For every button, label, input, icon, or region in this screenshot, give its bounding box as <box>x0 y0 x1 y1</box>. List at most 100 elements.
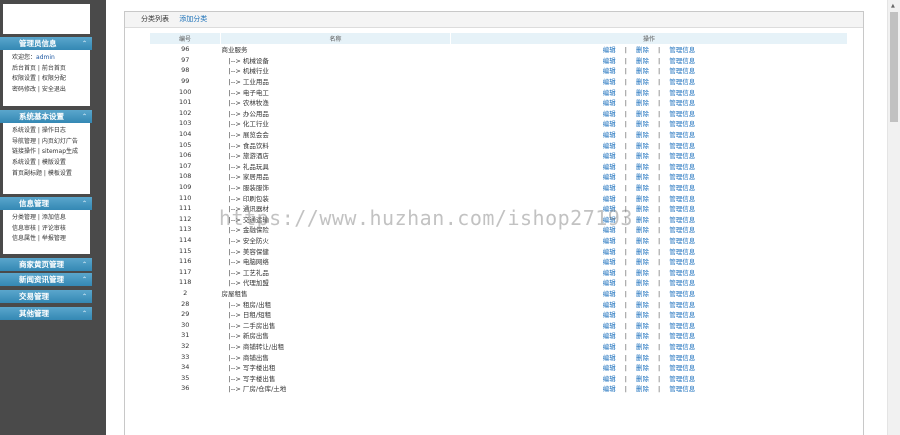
delete-link[interactable]: 删除 <box>636 279 649 287</box>
manage-info-link[interactable]: 管理信息 <box>669 163 695 171</box>
collapse-arrow-icon[interactable]: ⌃ <box>82 110 87 123</box>
edit-link[interactable]: 编辑 <box>603 301 616 309</box>
page-scrollbar[interactable]: ▲ <box>887 0 900 435</box>
collapse-arrow-icon[interactable]: ⌃ <box>82 197 87 210</box>
sidebar-link-text[interactable]: 欢迎您： <box>12 54 36 61</box>
edit-link[interactable]: 编辑 <box>603 258 616 266</box>
manage-info-link[interactable]: 管理信息 <box>669 258 695 266</box>
delete-link[interactable]: 删除 <box>636 89 649 97</box>
manage-info-link[interactable]: 管理信息 <box>669 364 695 372</box>
scroll-up-arrow-icon[interactable]: ▲ <box>891 3 895 9</box>
edit-link[interactable]: 编辑 <box>603 57 616 65</box>
sidebar-link-text[interactable]: 链接操作 | sitemap生成 <box>12 148 78 155</box>
delete-link[interactable]: 删除 <box>636 332 649 340</box>
edit-link[interactable]: 编辑 <box>603 332 616 340</box>
sidebar-link-line[interactable]: 系统设置 | 操作日志 <box>12 126 90 137</box>
delete-link[interactable]: 删除 <box>636 343 649 351</box>
sidebar-link-line[interactable]: 信息属性 | 举报管理 <box>12 234 90 245</box>
manage-info-link[interactable]: 管理信息 <box>669 248 695 256</box>
category-list-tab[interactable]: 分类列表 <box>141 15 169 23</box>
delete-link[interactable]: 删除 <box>636 184 649 192</box>
edit-link[interactable]: 编辑 <box>603 131 616 139</box>
sidebar-link-line[interactable]: 分类管理 | 添加信息 <box>12 213 90 224</box>
sidebar-link-line[interactable]: 欢迎您：admin <box>12 53 90 64</box>
edit-link[interactable]: 编辑 <box>603 142 616 150</box>
manage-info-link[interactable]: 管理信息 <box>669 110 695 118</box>
manage-info-link[interactable]: 管理信息 <box>669 67 695 75</box>
edit-link[interactable]: 编辑 <box>603 364 616 372</box>
collapse-arrow-icon[interactable]: ⌃ <box>82 273 87 286</box>
delete-link[interactable]: 删除 <box>636 152 649 160</box>
edit-link[interactable]: 编辑 <box>603 120 616 128</box>
manage-info-link[interactable]: 管理信息 <box>669 332 695 340</box>
add-category-link[interactable]: 添加分类 <box>179 15 207 23</box>
delete-link[interactable]: 删除 <box>636 301 649 309</box>
delete-link[interactable]: 删除 <box>636 269 649 277</box>
delete-link[interactable]: 删除 <box>636 78 649 86</box>
collapse-arrow-icon[interactable]: ⌃ <box>82 290 87 303</box>
manage-info-link[interactable]: 管理信息 <box>669 173 695 181</box>
edit-link[interactable]: 编辑 <box>603 322 616 330</box>
edit-link[interactable]: 编辑 <box>603 46 616 54</box>
collapse-arrow-icon[interactable]: ⌃ <box>82 37 87 50</box>
sidebar-link-line[interactable]: 密码修改 | 安全退出 <box>12 85 90 96</box>
sidebar-section-header[interactable]: 管理员信息 ⌃ <box>0 37 92 50</box>
delete-link[interactable]: 删除 <box>636 364 649 372</box>
edit-link[interactable]: 编辑 <box>603 343 616 351</box>
manage-info-link[interactable]: 管理信息 <box>669 99 695 107</box>
manage-info-link[interactable]: 管理信息 <box>669 152 695 160</box>
sidebar-section-header[interactable]: 新闻资讯管理 ⌃ <box>0 273 92 286</box>
delete-link[interactable]: 删除 <box>636 131 649 139</box>
edit-link[interactable]: 编辑 <box>603 311 616 319</box>
edit-link[interactable]: 编辑 <box>603 110 616 118</box>
edit-link[interactable]: 编辑 <box>603 195 616 203</box>
delete-link[interactable]: 删除 <box>636 258 649 266</box>
sidebar-section-header[interactable]: 系统基本设置 ⌃ <box>0 110 92 123</box>
manage-info-link[interactable]: 管理信息 <box>669 322 695 330</box>
delete-link[interactable]: 删除 <box>636 311 649 319</box>
edit-link[interactable]: 编辑 <box>603 354 616 362</box>
edit-link[interactable]: 编辑 <box>603 78 616 86</box>
edit-link[interactable]: 编辑 <box>603 269 616 277</box>
manage-info-link[interactable]: 管理信息 <box>669 142 695 150</box>
delete-link[interactable]: 删除 <box>636 173 649 181</box>
edit-link[interactable]: 编辑 <box>603 237 616 245</box>
sidebar-section-header[interactable]: 商家黄页管理 ⌃ <box>0 258 92 271</box>
manage-info-link[interactable]: 管理信息 <box>669 375 695 383</box>
edit-link[interactable]: 编辑 <box>603 67 616 75</box>
edit-link[interactable]: 编辑 <box>603 152 616 160</box>
manage-info-link[interactable]: 管理信息 <box>669 311 695 319</box>
edit-link[interactable]: 编辑 <box>603 184 616 192</box>
delete-link[interactable]: 删除 <box>636 163 649 171</box>
sidebar-link-line[interactable]: 权限设置 | 权限分配 <box>12 74 90 85</box>
sidebar-link-line[interactable]: 导航管理 | 内页幻灯广告 <box>12 137 90 148</box>
manage-info-link[interactable]: 管理信息 <box>669 237 695 245</box>
manage-info-link[interactable]: 管理信息 <box>669 290 695 298</box>
sidebar-section-header[interactable]: 交易管理 ⌃ <box>0 290 92 303</box>
edit-link[interactable]: 编辑 <box>603 99 616 107</box>
collapse-arrow-icon[interactable]: ⌃ <box>82 307 87 320</box>
delete-link[interactable]: 删除 <box>636 57 649 65</box>
manage-info-link[interactable]: 管理信息 <box>669 57 695 65</box>
delete-link[interactable]: 删除 <box>636 67 649 75</box>
manage-info-link[interactable]: 管理信息 <box>669 226 695 234</box>
edit-link[interactable]: 编辑 <box>603 248 616 256</box>
collapse-arrow-icon[interactable]: ⌃ <box>82 258 87 271</box>
sidebar-link-line[interactable]: 系统设置 | 模版设置 <box>12 158 90 169</box>
scroll-thumb[interactable] <box>890 12 898 122</box>
edit-link[interactable]: 编辑 <box>603 173 616 181</box>
manage-info-link[interactable]: 管理信息 <box>669 385 695 393</box>
delete-link[interactable]: 删除 <box>636 195 649 203</box>
delete-link[interactable]: 删除 <box>636 354 649 362</box>
sidebar-section-header[interactable]: 信息管理 ⌃ <box>0 197 92 210</box>
delete-link[interactable]: 删除 <box>636 375 649 383</box>
manage-info-link[interactable]: 管理信息 <box>669 354 695 362</box>
sidebar-link-line[interactable]: 信息审核 | 评论审核 <box>12 224 90 235</box>
manage-info-link[interactable]: 管理信息 <box>669 269 695 277</box>
manage-info-link[interactable]: 管理信息 <box>669 131 695 139</box>
manage-info-link[interactable]: 管理信息 <box>669 78 695 86</box>
sidebar-link-text[interactable]: 首页副标题 | 模板设置 <box>12 170 72 177</box>
sidebar-link-text[interactable]: 系统设置 | 操作日志 <box>12 127 66 134</box>
delete-link[interactable]: 删除 <box>636 142 649 150</box>
sidebar-link-text[interactable]: 信息审核 | 评论审核 <box>12 225 66 232</box>
